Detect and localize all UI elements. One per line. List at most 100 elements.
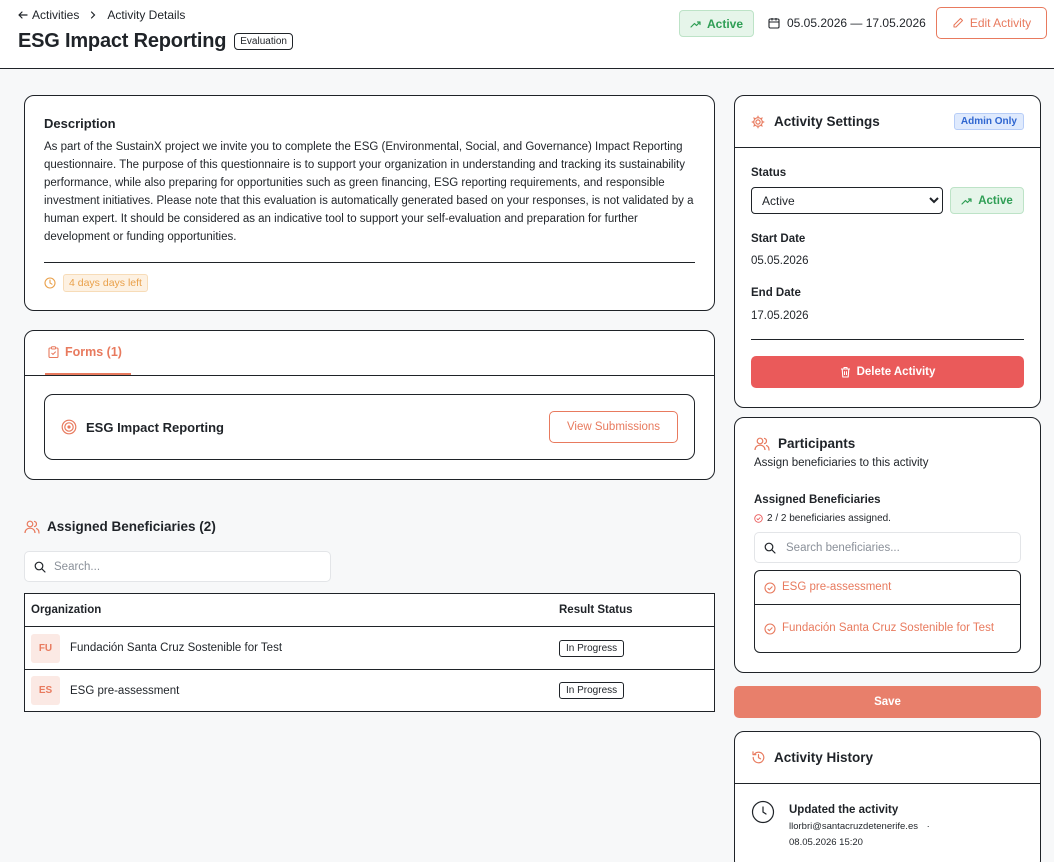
breadcrumb-current: Activity Details bbox=[107, 8, 186, 22]
organization-name: ESG pre-assessment bbox=[70, 684, 180, 697]
divider bbox=[44, 262, 695, 263]
organization-cell: ES ESG pre-assessment bbox=[25, 676, 553, 705]
breadcrumb-back-link[interactable]: Activities bbox=[18, 8, 79, 22]
list-item-label: ESG pre-assessment bbox=[782, 581, 892, 593]
end-date-label: End Date bbox=[751, 287, 801, 299]
search-icon bbox=[764, 542, 776, 554]
description-text: As part of the SustainX project we invit… bbox=[44, 141, 694, 243]
list-item[interactable]: Fundación Santa Cruz Sostenible for Test bbox=[755, 605, 1020, 652]
table-row[interactable]: FU Fundación Santa Cruz Sostenible for T… bbox=[25, 627, 714, 669]
assigned-beneficiaries-label: Assigned Beneficiaries bbox=[754, 494, 881, 506]
edit-activity-button[interactable]: Edit Activity bbox=[936, 7, 1047, 39]
start-date-value: 05.05.2026 bbox=[751, 255, 809, 267]
search-input[interactable] bbox=[54, 560, 304, 573]
beneficiaries-table: Organization Result Status FU Fundación … bbox=[24, 593, 715, 712]
status-badge: Active bbox=[679, 10, 754, 37]
check-circle-icon bbox=[754, 514, 763, 523]
divider bbox=[751, 339, 1024, 340]
list-item-label: Fundación Santa Cruz Sostenible for Test bbox=[782, 622, 995, 634]
column-header-result-status[interactable]: Result Status bbox=[553, 604, 714, 616]
status-badge: In Progress bbox=[559, 682, 625, 699]
tab-forms-label: Forms (1) bbox=[65, 345, 122, 359]
status-select[interactable]: Active bbox=[751, 187, 943, 214]
admin-only-badge: Admin Only bbox=[953, 113, 1024, 130]
start-date-label: Start Date bbox=[751, 233, 806, 245]
status-badge: In Progress bbox=[559, 639, 625, 657]
form-name: ESG Impact Reporting bbox=[86, 419, 224, 435]
settings-header: Activity Settings Admin Only bbox=[735, 96, 1040, 148]
search-beneficiaries-input[interactable] bbox=[786, 541, 1006, 554]
target-icon bbox=[61, 419, 77, 435]
end-date-value: 17.05.2026 bbox=[751, 310, 809, 322]
history-user-email: llorbri@santacruzdetenerife.es bbox=[789, 821, 918, 832]
result-status-cell: In Progress bbox=[553, 682, 714, 699]
history-separator: · bbox=[926, 821, 930, 832]
status-chip: Active bbox=[950, 187, 1024, 214]
users-icon bbox=[754, 437, 770, 451]
delete-activity-label: Delete Activity bbox=[856, 366, 936, 378]
table-header: Organization Result Status bbox=[25, 594, 714, 627]
organization-cell: FU Fundación Santa Cruz Sostenible for T… bbox=[25, 633, 553, 663]
trend-up-icon bbox=[961, 197, 972, 205]
view-submissions-button[interactable]: View Submissions bbox=[549, 411, 678, 443]
save-button[interactable]: Save bbox=[734, 686, 1041, 718]
users-icon bbox=[24, 520, 40, 534]
check-circle-icon bbox=[764, 581, 776, 594]
history-action: Updated the activity bbox=[789, 804, 899, 816]
participants-list: ESG pre-assessment Fundación Santa Cruz … bbox=[754, 570, 1021, 653]
history-entry: Updated the activity llorbri@santacruzde… bbox=[751, 800, 930, 848]
trash-icon bbox=[840, 366, 851, 378]
arrow-left-icon bbox=[18, 10, 28, 20]
table-row[interactable]: ES ESG pre-assessment In Progress bbox=[25, 669, 714, 711]
gear-icon bbox=[751, 115, 765, 129]
avatar: FU bbox=[31, 633, 60, 663]
delete-activity-button[interactable]: Delete Activity bbox=[751, 356, 1024, 388]
days-left-row: 4 days days left bbox=[44, 274, 148, 292]
history-header: Activity History bbox=[735, 732, 1040, 784]
avatar: ES bbox=[31, 676, 60, 705]
days-left-badge: 4 days days left bbox=[63, 274, 148, 292]
description-heading: Description bbox=[44, 116, 116, 131]
beneficiaries-heading-text: Assigned Beneficiaries (2) bbox=[47, 519, 216, 534]
page-title-row: ESG Impact Reporting Evaluation bbox=[18, 30, 293, 53]
search-icon bbox=[34, 561, 46, 573]
clock-icon bbox=[751, 800, 775, 848]
divider bbox=[25, 375, 714, 376]
column-header-organization[interactable]: Organization bbox=[25, 604, 553, 616]
history-time: 08.05.2026 15:20 bbox=[789, 837, 863, 848]
activity-type-badge: Evaluation bbox=[234, 33, 293, 50]
settings-title: Activity Settings bbox=[774, 114, 880, 129]
result-status-cell: In Progress bbox=[553, 639, 714, 657]
trend-up-icon bbox=[690, 20, 701, 28]
chevron-right-icon bbox=[89, 11, 97, 19]
tab-forms[interactable]: Forms (1) bbox=[45, 331, 131, 375]
status-chip-label: Active bbox=[978, 194, 1013, 207]
form-item: ESG Impact Reporting View Submissions bbox=[44, 394, 695, 460]
activity-history-card: Activity History Updated the activity ll… bbox=[734, 731, 1041, 862]
list-item[interactable]: ESG pre-assessment bbox=[755, 571, 1020, 605]
beneficiaries-heading: Assigned Beneficiaries (2) bbox=[24, 519, 216, 534]
edit-activity-label: Edit Activity bbox=[969, 16, 1032, 30]
participants-search bbox=[754, 532, 1021, 563]
clipboard-icon bbox=[48, 346, 59, 358]
participants-card: Participants Assign beneficiaries to thi… bbox=[734, 417, 1041, 673]
date-range-text: 05.05.2026 — 17.05.2026 bbox=[787, 16, 926, 30]
breadcrumb-back-label: Activities bbox=[32, 8, 80, 22]
history-entry-body: Updated the activity llorbri@santacruzde… bbox=[789, 800, 930, 848]
pencil-icon bbox=[952, 17, 964, 29]
participants-subtitle: Assign beneficiaries to this activity bbox=[754, 457, 929, 469]
history-user: llorbri@santacruzdetenerife.es · bbox=[789, 821, 930, 832]
history-icon bbox=[751, 750, 766, 765]
check-circle-icon bbox=[764, 622, 776, 635]
breadcrumb: Activities Activity Details bbox=[18, 8, 185, 22]
beneficiaries-search bbox=[24, 551, 331, 582]
organization-name: Fundación Santa Cruz Sostenible for Test bbox=[70, 642, 283, 654]
participants-header: Participants bbox=[754, 436, 1021, 451]
status-badge-label: Active bbox=[706, 16, 744, 31]
history-title: Activity History bbox=[774, 750, 874, 765]
date-range: 05.05.2026 — 17.05.2026 bbox=[768, 16, 926, 30]
calendar-icon bbox=[768, 17, 780, 29]
assigned-count-text: 2 / 2 beneficiaries assigned. bbox=[767, 513, 891, 524]
description-card: Description As part of the SustainX proj… bbox=[24, 95, 715, 311]
activity-settings-card: Activity Settings Admin Only Status Acti… bbox=[734, 95, 1041, 408]
